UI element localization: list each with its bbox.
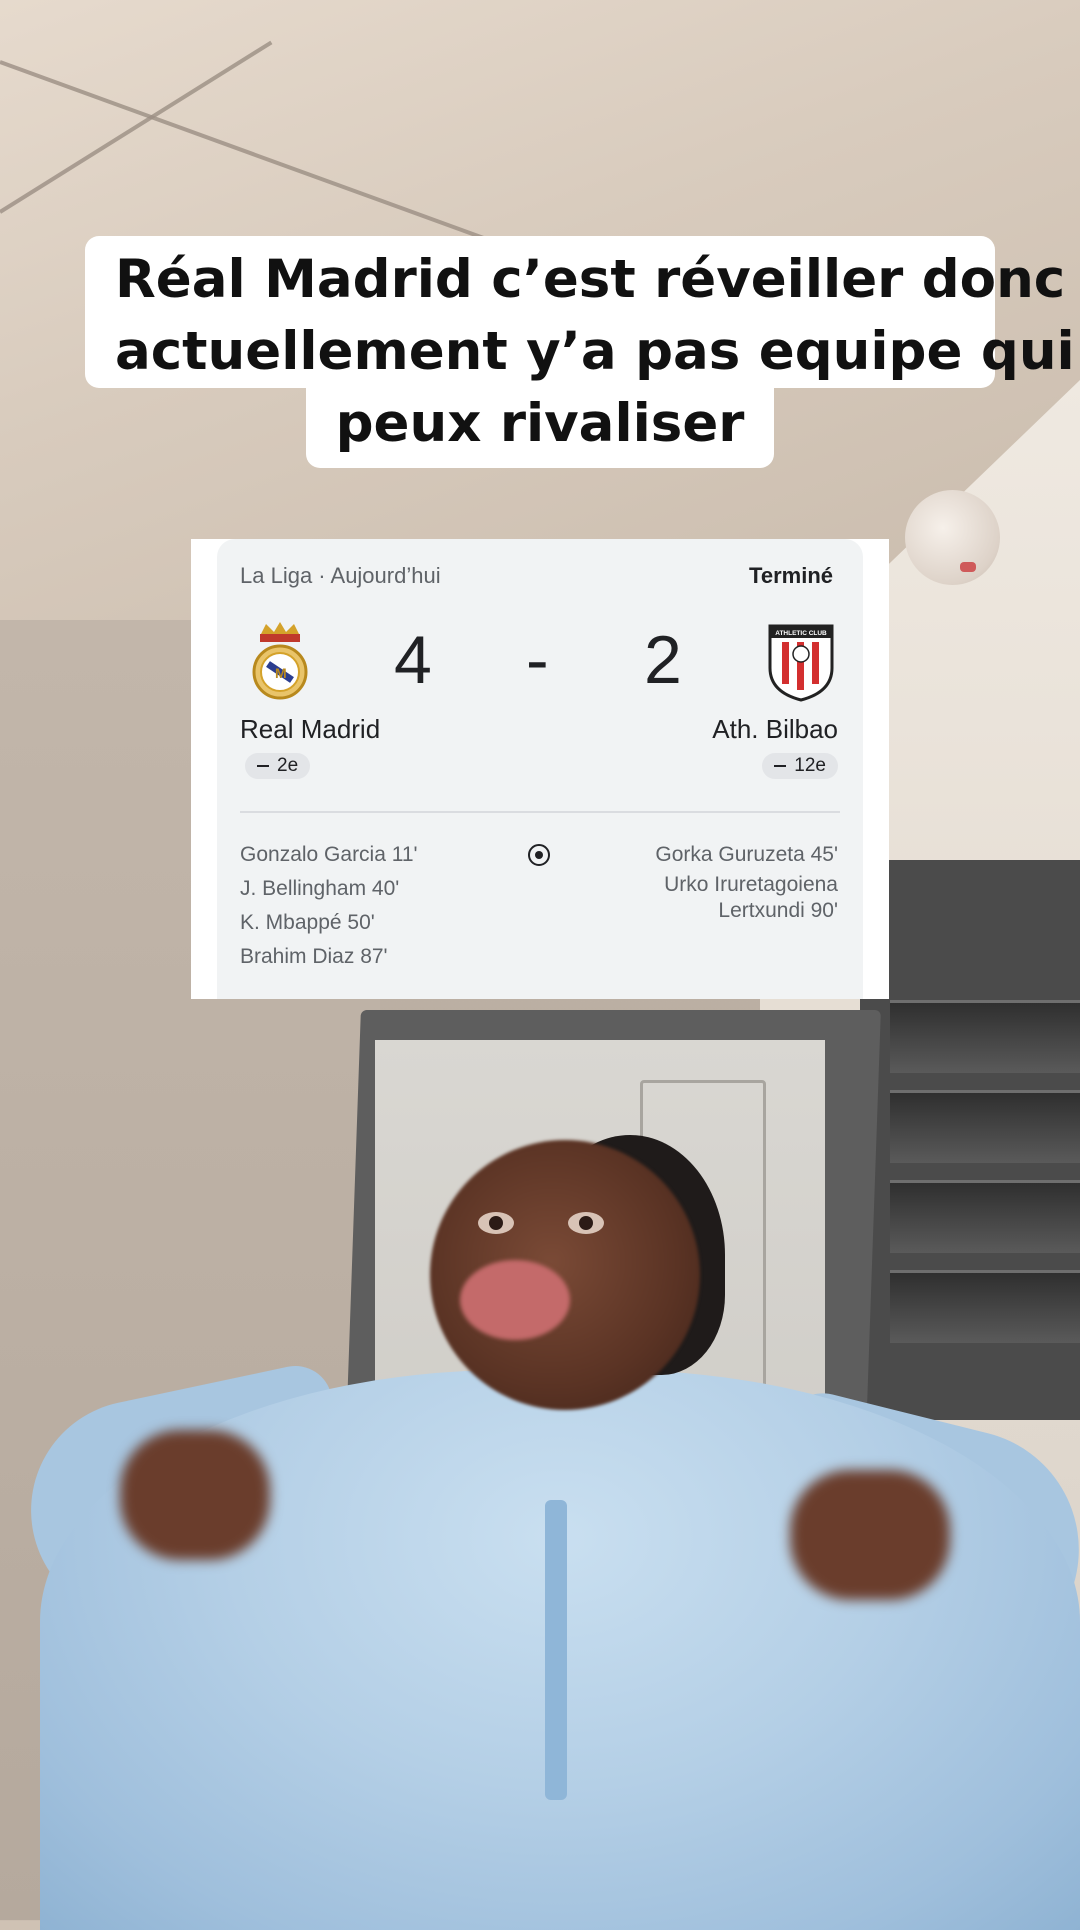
away-scorers-list: Gorka Guruzeta 45' Urko Iruretagoiena Le… xyxy=(655,838,838,924)
smoke-detector-light xyxy=(960,562,976,572)
home-rank-label: 2e xyxy=(277,755,299,776)
person-mouth xyxy=(460,1260,570,1340)
home-scorer: Brahim Diaz 87' xyxy=(240,945,388,968)
home-team-name[interactable]: Real Madrid xyxy=(240,714,380,745)
caption-line-2: actuellement y’a pas equipe qui xyxy=(85,316,1075,388)
caption-line-1: Réal Madrid c’est réveiller donc xyxy=(85,236,1065,316)
home-rank-badge: 2e xyxy=(245,753,311,779)
home-scorer: Gonzalo Garcia 11' xyxy=(240,843,418,866)
smoke-detector xyxy=(905,490,1000,585)
away-rank-label: 12e xyxy=(794,755,826,776)
away-score: 2 xyxy=(644,622,682,698)
crest-text: ATHLETIC CLUB xyxy=(775,630,827,637)
home-scorers-list: Gonzalo Garcia 11' J. Bellingham 40' K. … xyxy=(240,838,418,974)
caption-line-3: peux rivaliser xyxy=(305,388,775,468)
competition-label: La Liga · Aujourd’hui xyxy=(240,563,441,588)
home-scorer: K. Mbappé 50' xyxy=(240,911,375,934)
away-scorer: Lertxundi 90' xyxy=(718,899,838,922)
match-status: Terminé xyxy=(749,563,833,588)
person-eye xyxy=(568,1212,604,1234)
away-scorer: Urko Iruretagoiena xyxy=(664,873,838,896)
away-scorer: Gorka Guruzeta 45' xyxy=(655,843,838,866)
away-rank-badge: 12e xyxy=(762,753,838,779)
away-team-name[interactable]: Ath. Bilbao xyxy=(712,714,838,745)
real-madrid-crest-icon: M xyxy=(252,622,308,700)
soccer-ball-icon xyxy=(528,844,550,866)
window-slat xyxy=(890,1000,1080,1073)
window-slat xyxy=(890,1090,1080,1163)
score-separator: - xyxy=(526,622,549,698)
home-scorer: J. Bellingham 40' xyxy=(240,877,400,900)
person-left-hand xyxy=(120,1430,270,1560)
home-score: 4 xyxy=(394,622,432,698)
window-slat xyxy=(890,1270,1080,1343)
dash-icon xyxy=(774,765,787,767)
person-right-hand xyxy=(790,1470,950,1600)
svg-text:M: M xyxy=(275,665,287,681)
window-slat xyxy=(890,1180,1080,1253)
video-caption: Réal Madrid c’est réveiller donc actuell… xyxy=(0,236,1080,468)
athletic-club-crest-icon: ATHLETIC CLUB xyxy=(768,624,834,702)
shirt-zipper xyxy=(545,1500,567,1800)
card-divider xyxy=(240,811,840,813)
dash-icon xyxy=(257,765,269,767)
person-eye xyxy=(478,1212,514,1234)
